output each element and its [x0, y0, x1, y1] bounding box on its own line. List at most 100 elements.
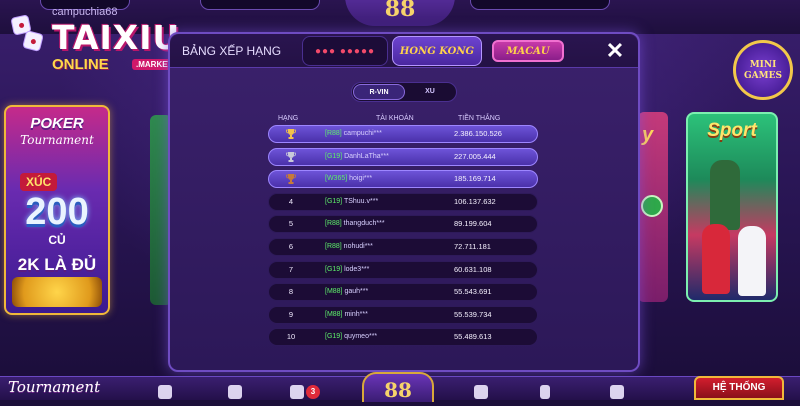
chip-icon[interactable]: [158, 385, 172, 399]
account-name: [W365] hoigi***: [325, 171, 372, 187]
account-server-tag: [M88]: [325, 288, 343, 296]
account-name: [G19] TShuu.v***: [325, 194, 378, 210]
close-icon[interactable]: ✕: [602, 38, 628, 64]
rank-number: 10: [286, 332, 296, 342]
account-username: TShuu.v***: [342, 197, 379, 205]
tab-first[interactable]: ●●● ●●●●●: [302, 36, 388, 66]
account-name: [R88] campuchi***: [325, 126, 382, 142]
tab-hong-kong[interactable]: HONG KONG: [392, 36, 482, 66]
leaderboard-row[interactable]: 6 [R88] nohudi*** 72.711.181: [268, 237, 538, 256]
system-button[interactable]: HỆ THỐNG: [694, 376, 784, 400]
plus-icon[interactable]: [540, 385, 550, 399]
account-username: minh***: [342, 310, 368, 318]
brand-subtitle: ONLINE: [52, 56, 109, 73]
winnings-amount: 60.631.108: [454, 264, 492, 274]
rank-number: 4: [288, 196, 294, 206]
logo-88-top: 88: [345, 0, 455, 26]
poker-tournament-card[interactable]: POKER Tournament XÚC 200 CỦ 2K LÀ ĐỦ: [4, 105, 110, 315]
account-server-tag: [R88]: [325, 130, 342, 137]
modal-title: BẢNG XẾP HẠNG: [182, 44, 282, 58]
account-server-tag: [W365]: [325, 175, 348, 183]
sport-title: Sport: [707, 120, 757, 141]
poker-title: POKER: [30, 115, 84, 132]
partial-card-label: y: [642, 124, 654, 146]
account-name: [M88] gauh***: [325, 284, 368, 300]
winnings-amount: 185.169.714: [454, 174, 496, 184]
rank-number: 7: [288, 264, 294, 274]
winnings-amount: 72.711.181: [454, 241, 491, 251]
prize-unit: CỦ: [48, 233, 66, 247]
account-username: lode3***: [342, 265, 370, 273]
green-ball-icon: [641, 195, 663, 217]
logo-88-bottom[interactable]: 88: [362, 372, 434, 402]
leaderboard-row[interactable]: [G19] DanhLaTha*** 227.005.444: [268, 147, 538, 166]
winnings-amount: 55.489.613: [454, 332, 492, 342]
mail-icon[interactable]: [290, 385, 304, 399]
dice-icon: [10, 14, 48, 56]
column-header-rank: HẠNG: [278, 115, 299, 122]
account-username: gauh***: [342, 288, 369, 296]
account-name: [R88] nohudi***: [325, 239, 373, 255]
jackpot-pill: [470, 0, 610, 10]
tournament-button[interactable]: Tournament: [8, 378, 100, 396]
modal-header: BẢNG XẾP HẠNG ●●● ●●●●● HONG KONG MACAU …: [170, 34, 638, 68]
mini-games-button[interactable]: MINI GAMES: [733, 40, 793, 100]
poker-subtitle: Tournament: [20, 133, 94, 147]
player-figure-icon: [702, 224, 730, 294]
winnings-amount: 106.137.632: [454, 196, 496, 206]
leaderboard-row[interactable]: [W365] hoigi*** 185.169.714: [268, 170, 538, 191]
rank-number: 6: [288, 241, 294, 251]
account-name: [M88] minh***: [325, 307, 368, 323]
rank-number: 9: [288, 309, 294, 319]
leaderboard-list: [R88] campuchi*** 2.386.150.526 [G19] Danh…: [268, 125, 538, 351]
winnings-amount: 89.199.604: [454, 219, 492, 229]
account-username: DanhLaTha***: [342, 152, 389, 160]
xuc-label: XÚC: [20, 173, 58, 191]
leaderboard-row[interactable]: 10 [G19] quymeo*** 55.489.613: [268, 328, 538, 347]
account-name: [G19] quymeo***: [325, 329, 377, 345]
winnings-amount: 55.543.691: [454, 287, 492, 297]
account-name: [G19] lode3***: [325, 262, 369, 278]
promo-text: 2K LÀ ĐỦ: [17, 255, 97, 274]
account-server-tag: [M88]: [325, 310, 343, 318]
account-username: thangduch***: [341, 220, 385, 228]
tab-macau[interactable]: MACAU: [492, 40, 564, 62]
toggle-xu[interactable]: XU: [404, 84, 456, 100]
player-figure-icon: [738, 226, 766, 296]
column-header-account: TÀI KHOẢN: [376, 115, 414, 122]
account-username: quymeo***: [342, 333, 378, 341]
account-username: campuchi***: [341, 130, 382, 137]
player-figure-icon: [710, 160, 740, 230]
column-header-winnings: TIỀN THẮNG: [458, 115, 501, 122]
account-server-tag: [G19]: [325, 197, 343, 205]
leaderboard-row[interactable]: 9 [M88] minh*** 55.539.734: [268, 305, 538, 324]
winnings-amount: 55.539.734: [454, 309, 492, 319]
account-name: [R88] thangduch***: [325, 216, 385, 232]
gold-coins-icon: [12, 277, 102, 307]
leaderboard-row[interactable]: [R88] campuchi*** 2.386.150.526: [268, 125, 538, 143]
prize-amount: 200: [25, 191, 89, 233]
toggle-r-vin[interactable]: R-VIN: [353, 84, 405, 100]
rank-number: 8: [288, 287, 294, 297]
account-username: hoigi***: [347, 175, 373, 183]
leaderboard-row[interactable]: 4 [G19] TShuu.v*** 106.137.632: [268, 192, 538, 211]
leaderboard-row[interactable]: 8 [M88] gauh*** 55.543.691: [268, 283, 538, 302]
group-icon[interactable]: [228, 385, 242, 399]
sport-card[interactable]: Sport: [686, 112, 778, 302]
rank-number: 5: [288, 219, 294, 229]
account-server-tag: [R88]: [325, 242, 342, 250]
trophy-icon: [279, 126, 303, 146]
lock-icon[interactable]: [474, 385, 488, 399]
leaderboard-modal: BẢNG XẾP HẠNG ●●● ●●●●● HONG KONG MACAU …: [168, 32, 640, 372]
leaderboard-row[interactable]: 5 [R88] thangduch*** 89.199.604: [268, 215, 538, 234]
winnings-amount: 2.386.150.526: [454, 129, 502, 138]
brand-name: TAIXIU: [52, 18, 181, 57]
leaderboard-row[interactable]: 7 [G19] lode3*** 60.631.108: [268, 260, 538, 279]
balance-pill[interactable]: [200, 0, 320, 10]
account-username: nohudi***: [341, 242, 373, 250]
trophy-icon: [279, 171, 303, 191]
account-name: [G19] DanhLaTha***: [325, 149, 389, 165]
wallet-icon[interactable]: [610, 385, 624, 399]
account-server-tag: [G19]: [325, 333, 343, 341]
currency-toggle: R-VIN XU: [351, 82, 457, 102]
